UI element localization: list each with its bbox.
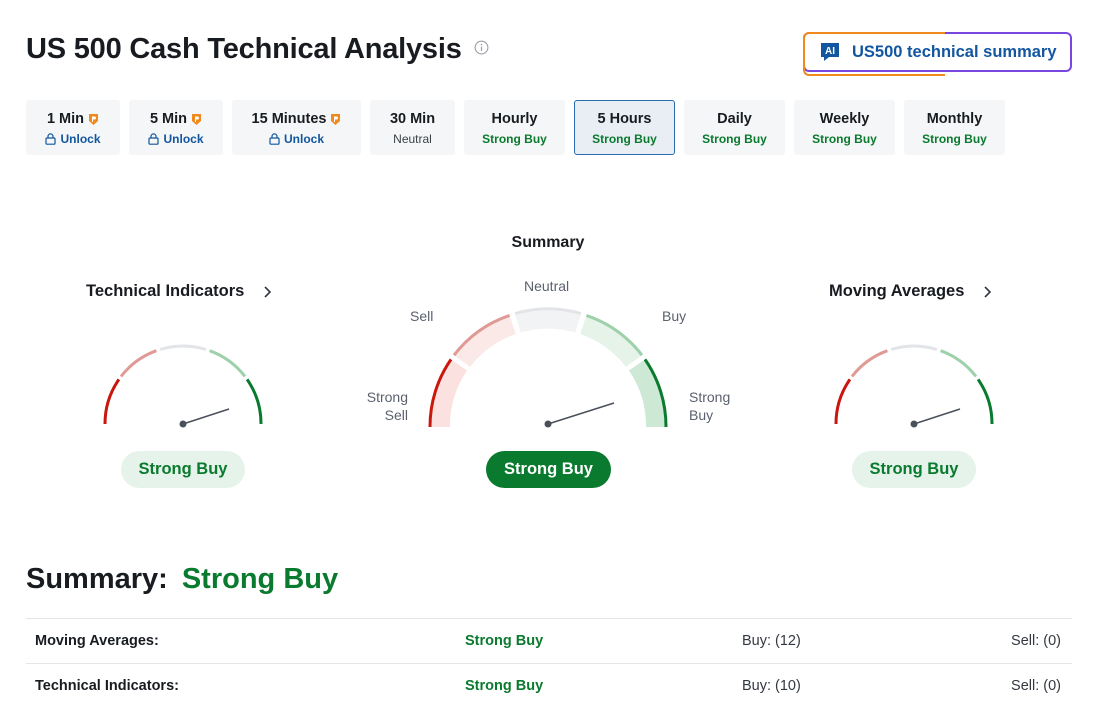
ai-badge-icon: AI: [821, 43, 839, 61]
tab-label: Weekly: [819, 111, 870, 127]
tab-label: 1 Min: [46, 111, 85, 127]
gauge-label-buy: Buy: [662, 308, 687, 324]
summary-gauge-title: Summary: [511, 234, 585, 251]
pro-crown-icon: [331, 113, 341, 125]
row-buy-count: Buy: (10): [742, 678, 801, 694]
chevron-right-icon: [984, 285, 992, 298]
tab-1-min[interactable]: 1 Min Unlock: [26, 100, 120, 155]
tab-status[interactable]: Unlock: [163, 132, 203, 146]
tab-monthly[interactable]: Monthly Strong Buy: [904, 100, 1005, 155]
page-title: US 500 Cash Technical Analysis: [26, 33, 462, 65]
moving-averages-title: Moving Averages: [829, 282, 965, 300]
tab-daily[interactable]: Daily Strong Buy: [684, 100, 785, 155]
tab-weekly[interactable]: Weekly Strong Buy: [794, 100, 895, 155]
row-buy-count: Buy: (12): [742, 633, 801, 649]
tab-status: Strong Buy: [812, 132, 877, 146]
chevron-right-icon: [264, 285, 272, 298]
summary-value: Strong Buy: [181, 563, 339, 595]
moving-averages-result: Strong Buy: [852, 451, 976, 488]
gauge-label-strong-sell: Strong Sell: [363, 388, 408, 424]
tab-status: Strong Buy: [922, 132, 987, 146]
gauge-label-strong-sell-line1: Strong: [366, 389, 408, 405]
tab-label: 30 Min: [389, 111, 436, 127]
summary-label: Summary:: [26, 563, 168, 595]
tab-5-min[interactable]: 5 Min Unlock: [129, 100, 223, 155]
tab-status[interactable]: Unlock: [60, 132, 100, 146]
svg-text:AI: AI: [825, 46, 835, 57]
tab-hourly[interactable]: Hourly Strong Buy: [464, 100, 565, 155]
pro-crown-icon: [192, 113, 202, 125]
table-row: Technical Indicators: Strong Buy Buy: (1…: [26, 663, 1072, 708]
summary-result: Strong Buy: [486, 451, 611, 488]
ai-technical-summary-button[interactable]: AI US500 technical summary: [803, 32, 1072, 76]
ai-technical-summary-label: US500 technical summary: [852, 42, 1057, 61]
table-row: Moving Averages: Strong Buy Buy: (12) Se…: [26, 618, 1072, 663]
moving-averages-link[interactable]: Moving Averages: [829, 282, 992, 301]
summary-table: Moving Averages: Strong Buy Buy: (12) Se…: [26, 618, 1072, 708]
info-icon[interactable]: [474, 40, 489, 55]
tab-15-minutes[interactable]: 15 Minutes Unlock: [232, 100, 361, 155]
summary-heading: Summary: Strong Buy: [26, 563, 338, 596]
row-sell-count: Sell: (0): [1011, 633, 1061, 649]
tab-status: Strong Buy: [592, 132, 657, 146]
row-value: Strong Buy: [465, 633, 544, 649]
tab-status: Neutral: [393, 132, 432, 146]
gauge-label-strong-buy-line1: Strong: [689, 389, 731, 405]
lock-icon: [45, 133, 57, 145]
gauge-label-neutral: Neutral: [524, 278, 570, 294]
tab-label: 15 Minutes: [251, 111, 327, 127]
moving-averages-gauge: [834, 344, 994, 428]
row-name: Technical Indicators:: [35, 678, 179, 694]
tab-5-hours[interactable]: 5 Hours Strong Buy: [574, 100, 675, 155]
tab-label: 5 Hours: [597, 111, 652, 127]
lock-icon: [269, 133, 280, 145]
tab-status: Strong Buy: [702, 132, 767, 146]
lock-icon: [148, 133, 160, 145]
technical-indicators-link[interactable]: Technical Indicators: [86, 282, 272, 301]
gauge-label-strong-buy-line2: Buy: [689, 407, 714, 423]
row-name: Moving Averages:: [35, 633, 159, 649]
technical-indicators-title: Technical Indicators: [86, 282, 245, 300]
summary-gauge: [428, 307, 668, 428]
gauge-label-strong-buy: Strong Buy: [689, 388, 730, 424]
technical-indicators-gauge: [103, 344, 263, 428]
tab-label: Daily: [717, 111, 752, 127]
row-value: Strong Buy: [465, 678, 544, 694]
row-sell-count: Sell: (0): [1011, 678, 1061, 694]
tab-status[interactable]: Unlock: [284, 132, 324, 146]
tab-30-min[interactable]: 30 Min Neutral: [370, 100, 455, 155]
tab-label: Hourly: [491, 111, 538, 127]
tab-label: Monthly: [926, 111, 983, 127]
technical-indicators-result: Strong Buy: [121, 451, 245, 488]
pro-crown-icon: [89, 113, 99, 125]
tab-label: 5 Min: [149, 111, 188, 127]
gauge-label-sell: Sell: [410, 308, 434, 324]
tab-status: Strong Buy: [482, 132, 547, 146]
gauge-label-strong-sell-line2: Sell: [384, 407, 408, 423]
